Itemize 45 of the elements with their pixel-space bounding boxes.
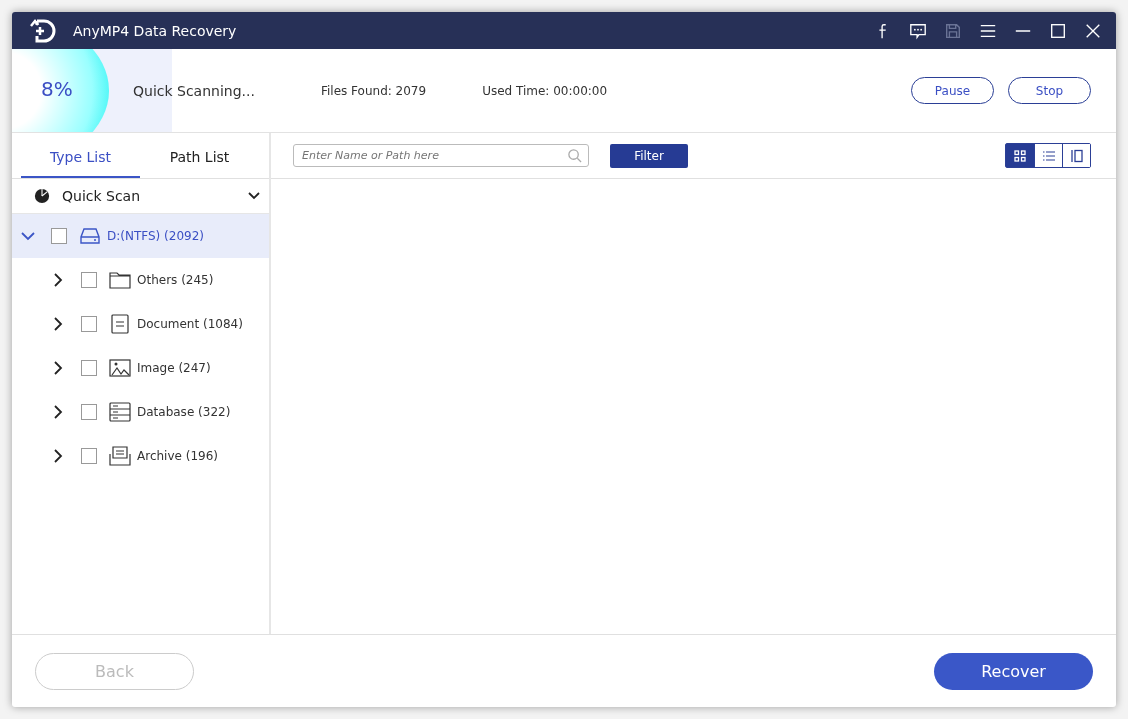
checkbox[interactable]	[81, 272, 97, 288]
checkbox[interactable]	[81, 404, 97, 420]
list-icon	[1041, 148, 1056, 163]
checkbox[interactable]	[81, 316, 97, 332]
folder-icon	[109, 270, 131, 290]
expand-chevron-icon[interactable]	[51, 449, 65, 463]
recover-button[interactable]: Recover	[934, 652, 1093, 690]
grid-icon	[1013, 148, 1027, 163]
grid-view-button[interactable]	[1006, 144, 1034, 167]
tree-item[interactable]: Database (322)	[12, 390, 269, 434]
chat-icon[interactable]	[909, 21, 927, 40]
preview-view-button[interactable]	[1062, 144, 1090, 167]
pie-icon	[34, 188, 50, 204]
drive-icon	[79, 226, 101, 246]
save-icon[interactable]	[944, 21, 962, 40]
maximize-icon[interactable]	[1049, 21, 1067, 40]
progress-percent: 8%	[41, 77, 73, 101]
tree-item[interactable]: Archive (196)	[12, 434, 269, 478]
document-icon	[109, 314, 131, 334]
expand-chevron-icon[interactable]	[51, 361, 65, 375]
checkbox[interactable]	[81, 360, 97, 376]
panel-icon	[1069, 148, 1084, 163]
checkbox[interactable]	[81, 448, 97, 464]
files-found: Files Found: 2079	[320, 83, 427, 98]
expand-chevron-icon[interactable]	[51, 317, 65, 331]
tree-item[interactable]: D:(NTFS) (2092)	[12, 214, 269, 258]
tree-item[interactable]: Document (1084)	[12, 302, 269, 346]
tree-item[interactable]: Image (247)	[12, 346, 269, 390]
database-icon	[109, 402, 131, 422]
list-tab[interactable]: Path List	[140, 133, 259, 178]
window-title: AnyMP4 Data Recovery	[73, 22, 237, 39]
search-icon	[567, 148, 582, 163]
expand-chevron-icon[interactable]	[51, 273, 65, 287]
checkbox[interactable]	[51, 228, 67, 244]
search-field[interactable]: Enter Name or Path here	[293, 144, 589, 167]
filter-button[interactable]: Filter	[610, 143, 688, 168]
expand-chevron-icon[interactable]	[51, 405, 65, 419]
scan-status: Quick Scanning...	[133, 82, 255, 99]
image-icon	[109, 358, 131, 378]
stop-button[interactable]: Stop	[1008, 77, 1091, 104]
used-time: Used Time: 00:00:00	[482, 83, 608, 98]
archive-icon	[109, 446, 131, 466]
tree-item[interactable]: Others (245)	[12, 258, 269, 302]
list-tab[interactable]: Type List	[21, 133, 140, 178]
pause-button[interactable]: Pause	[911, 77, 994, 104]
